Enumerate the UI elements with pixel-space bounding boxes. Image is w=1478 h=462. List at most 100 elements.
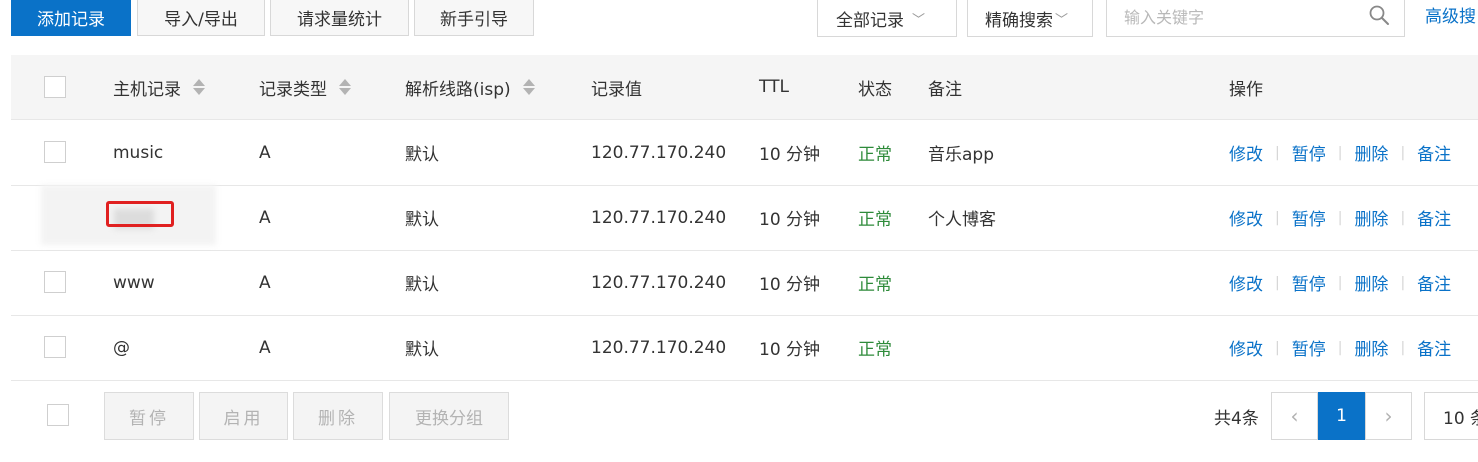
col-ops: 操作 (1229, 79, 1263, 100)
table-row: @ A 默认 120.77.170.240 10 分钟 正常 修改 | 暂停 | 删… (11, 315, 1478, 381)
status-cell: 正常 (858, 210, 892, 230)
remark-cell: 音乐app (928, 145, 994, 165)
type-cell: A (259, 337, 271, 358)
footer-select-all-checkbox[interactable] (47, 404, 69, 426)
table-header: 主机记录 记录类型 解析线路(isp) 记录值 TTL 状态 备注 操作 (11, 55, 1478, 120)
row-actions: 修改 | 暂停 | 删除 | 备注 (1229, 250, 1451, 315)
sort-icon[interactable] (339, 78, 351, 96)
chevron-left-icon: ‹ (1290, 404, 1299, 428)
sort-icon[interactable] (522, 78, 535, 96)
search-mode-label: 精确搜索 (985, 10, 1053, 31)
pause-link[interactable]: 暂停 (1292, 270, 1326, 295)
row-checkbox[interactable] (44, 336, 66, 358)
col-status: 状态 (858, 79, 892, 100)
note-link[interactable]: 备注 (1417, 140, 1451, 165)
row-checkbox[interactable] (44, 271, 66, 293)
highlight-box (106, 201, 174, 227)
col-value: 记录值 (591, 79, 642, 100)
divider: | (1400, 209, 1406, 226)
type-cell: A (259, 142, 271, 163)
col-host[interactable]: 主机记录 (113, 55, 205, 119)
record-filter-label: 全部记录 (836, 10, 904, 31)
status-cell: 正常 (858, 340, 892, 360)
page-1-button[interactable]: 1 (1318, 392, 1365, 440)
col-line[interactable]: 解析线路(isp) (405, 55, 535, 119)
col-host-label: 主机记录 (113, 79, 181, 100)
total-count: 共4条 (1214, 409, 1259, 429)
chevron-down-icon: ﹀ (1055, 12, 1069, 28)
line-cell: 默认 (405, 340, 439, 360)
divider: | (1275, 339, 1280, 356)
divider: | (1400, 274, 1406, 291)
guide-button[interactable]: 新手引导 (414, 0, 534, 36)
pause-link[interactable]: 暂停 (1292, 205, 1326, 230)
batch-enable-button[interactable]: 启用 (199, 392, 288, 440)
record-filter-dropdown[interactable]: 全部记录 ﹀ (817, 0, 957, 37)
next-page-button[interactable]: › (1365, 392, 1412, 440)
value-cell: 120.77.170.240 (591, 207, 727, 228)
delete-link[interactable]: 删除 (1354, 140, 1388, 165)
select-all-checkbox[interactable] (44, 76, 66, 98)
row-checkbox[interactable] (44, 141, 66, 163)
batch-pause-button[interactable]: 暂停 (104, 392, 194, 440)
search-input[interactable] (1107, 0, 1374, 34)
chevron-down-icon: ﹀ (912, 12, 926, 28)
host-cell: www (113, 272, 155, 293)
batch-delete-button[interactable]: 删除 (293, 392, 383, 440)
type-cell: A (259, 207, 271, 228)
row-actions: 修改 | 暂停 | 删除 | 备注 (1229, 120, 1451, 185)
page-size-select[interactable]: 10 条 (1424, 392, 1478, 440)
ttl-cell: 10 分钟 (759, 145, 821, 165)
divider: | (1337, 274, 1343, 291)
sort-icon[interactable] (193, 78, 205, 96)
delete-link[interactable]: 删除 (1354, 335, 1388, 360)
col-type[interactable]: 记录类型 (259, 55, 351, 119)
divider: | (1400, 144, 1406, 161)
note-link[interactable]: 备注 (1417, 335, 1451, 360)
line-cell: 默认 (405, 145, 439, 165)
request-stats-button[interactable]: 请求量统计 (270, 0, 409, 36)
import-export-button[interactable]: 导入/导出 (137, 0, 265, 36)
line-cell: 默认 (405, 210, 439, 230)
value-cell: 120.77.170.240 (591, 337, 727, 358)
chevron-right-icon: › (1384, 404, 1393, 428)
host-cell: @ (113, 337, 130, 358)
row-actions: 修改 | 暂停 | 删除 | 备注 (1229, 315, 1451, 380)
edit-link[interactable]: 修改 (1229, 270, 1263, 295)
col-remark: 备注 (928, 79, 962, 100)
divider: | (1275, 209, 1280, 226)
search-box (1106, 0, 1405, 37)
host-cell: music (113, 142, 164, 163)
note-link[interactable]: 备注 (1417, 205, 1451, 230)
col-line-label: 解析线路(isp) (405, 79, 511, 100)
page-size-label: 10 条 (1443, 408, 1478, 429)
edit-link[interactable]: 修改 (1229, 335, 1263, 360)
pause-link[interactable]: 暂停 (1292, 335, 1326, 360)
col-ttl: TTL (759, 77, 789, 97)
edit-link[interactable]: 修改 (1229, 140, 1263, 165)
search-icon[interactable] (1368, 4, 1390, 26)
table-row: music A 默认 120.77.170.240 10 分钟 正常 音乐app… (11, 120, 1478, 186)
remark-cell: 个人博客 (928, 210, 996, 230)
table-row: www A 默认 120.77.170.240 10 分钟 正常 修改 | 暂停 |… (11, 250, 1478, 316)
col-type-label: 记录类型 (259, 79, 327, 100)
prev-page-button[interactable]: ‹ (1271, 392, 1318, 440)
status-cell: 正常 (858, 145, 892, 165)
row-actions: 修改 | 暂停 | 删除 | 备注 (1229, 185, 1451, 250)
delete-link[interactable]: 删除 (1354, 270, 1388, 295)
divider: | (1275, 274, 1280, 291)
edit-link[interactable]: 修改 (1229, 205, 1263, 230)
ttl-cell: 10 分钟 (759, 275, 821, 295)
advanced-search-link[interactable]: 高级搜 (1425, 2, 1476, 27)
value-cell: 120.77.170.240 (591, 272, 727, 293)
delete-link[interactable]: 删除 (1354, 205, 1388, 230)
note-link[interactable]: 备注 (1417, 270, 1451, 295)
divider: | (1337, 339, 1343, 356)
pause-link[interactable]: 暂停 (1292, 140, 1326, 165)
search-mode-dropdown[interactable]: 精确搜索 ﹀ (967, 0, 1093, 37)
change-group-button[interactable]: 更换分组 (389, 392, 509, 440)
ttl-cell: 10 分钟 (759, 210, 821, 230)
divider: | (1337, 144, 1343, 161)
add-record-button[interactable]: 添加记录 (11, 0, 131, 36)
value-cell: 120.77.170.240 (591, 142, 727, 163)
